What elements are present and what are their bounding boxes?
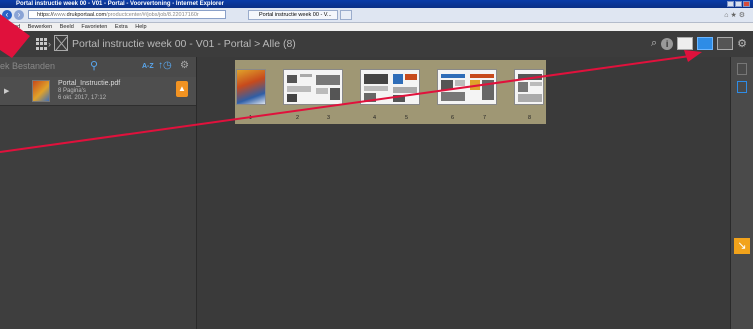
page-number: 3 — [327, 115, 331, 121]
page-thumbnail-8[interactable] — [514, 69, 544, 105]
back-button[interactable]: ‹ — [2, 10, 12, 20]
forward-button[interactable]: › — [14, 10, 24, 20]
file-item[interactable]: ▶ Portal_Instructie.pdf 8 Pagina's 6 okt… — [0, 77, 196, 106]
url-prefix: https:// — [37, 12, 54, 18]
menu-favorites[interactable]: Favorieten — [81, 24, 107, 30]
window-titlebar: Portal instructie week 00 - V01 - Portal… — [0, 0, 753, 8]
files-search-input[interactable]: ek Bestanden — [0, 61, 55, 71]
page-strip: 1 2 3 4 5 6 7 8 — [235, 60, 546, 124]
url-dim: www. — [53, 12, 67, 18]
page-thumbnail-1[interactable] — [236, 69, 266, 105]
files-panel-header: ek Bestanden ⚲ A-Z ↑◷ ⚙ — [0, 57, 196, 77]
sort-alpha-button[interactable]: A-Z — [142, 63, 154, 70]
minimize-button[interactable] — [727, 1, 734, 7]
file-date: 6 okt. 2017, 17:12 — [58, 95, 107, 101]
search-icon[interactable]: ⌕ — [651, 37, 657, 50]
menu-edit[interactable]: Bewerken — [28, 24, 52, 30]
expand-arrow-icon[interactable]: ▶ — [4, 87, 9, 95]
page-number: 6 — [451, 115, 455, 121]
page-number: 5 — [405, 115, 409, 121]
view-book-icon[interactable] — [717, 37, 734, 50]
page-thumbnail-6-7[interactable] — [437, 69, 497, 105]
right-tool-strip: ↘ — [730, 57, 753, 329]
file-name: Portal_Instructie.pdf — [58, 80, 121, 87]
page-selected-icon[interactable] — [737, 81, 747, 93]
home-icon[interactable]: ⌂ — [724, 12, 728, 19]
gear-icon[interactable]: ⚙ — [180, 60, 189, 71]
view-controls: ⌕ i ⚙ — [651, 37, 747, 50]
favorites-icon[interactable]: ★ — [730, 12, 736, 19]
window-controls — [727, 1, 750, 7]
close-icon[interactable] — [54, 35, 68, 51]
page-number: 1 — [249, 115, 253, 121]
menu-bar: Bestand Bewerken Beeld Favorieten Extra … — [0, 23, 753, 31]
page-thumbnail-2-3[interactable] — [283, 69, 343, 105]
download-icon[interactable]: ↘ — [734, 238, 750, 254]
files-panel: ek Bestanden ⚲ A-Z ↑◷ ⚙ ▶ Portal_Instruc… — [0, 57, 197, 329]
new-tab-button[interactable] — [340, 10, 352, 20]
file-thumbnail — [32, 80, 50, 102]
file-pages: 8 Pagina's — [58, 88, 86, 94]
page-number: 7 — [483, 115, 487, 121]
breadcrumb-separator-icon: › — [48, 39, 51, 49]
url-host: drukportaal.com — [66, 12, 107, 18]
menu-tools[interactable]: Extra — [115, 24, 128, 30]
settings-icon[interactable]: ⚙ — [739, 12, 745, 19]
menu-help[interactable]: Help — [135, 24, 146, 30]
page-icon[interactable] — [737, 63, 747, 75]
app-toolbar: › Portal instructie week 00 - V01 - Port… — [0, 31, 753, 57]
gear-icon[interactable]: ⚙ — [737, 37, 747, 50]
view-spread-icon[interactable] — [697, 37, 714, 50]
page-thumbnail-4-5[interactable] — [360, 69, 420, 105]
page-number: 2 — [296, 115, 300, 121]
address-bar: ‹ › https://www.drukportaal.com/productc… — [0, 8, 753, 23]
search-icon[interactable]: ⚲ — [90, 59, 98, 72]
menu-view[interactable]: Beeld — [60, 24, 74, 30]
view-single-icon[interactable] — [677, 37, 694, 50]
info-icon[interactable]: i — [661, 37, 674, 50]
page-number: 4 — [373, 115, 377, 121]
browser-tab[interactable]: Portal instructie week 00 - V... — [248, 10, 338, 20]
tab-title: Portal instructie week 00 - V... — [259, 12, 332, 18]
close-window-button[interactable] — [743, 1, 750, 7]
window-title: Portal instructie week 00 - V01 - Portal… — [16, 1, 224, 7]
browser-icons: ⌂ ★ ⚙ — [724, 11, 745, 19]
warning-icon[interactable]: ▲ — [176, 81, 188, 97]
url-input[interactable]: https://www.drukportaal.com/productcente… — [28, 10, 226, 19]
url-path: /productcenter/#/jobs/job/8.22017160r — [106, 12, 199, 18]
maximize-button[interactable] — [735, 1, 742, 7]
page-number: 8 — [528, 115, 532, 121]
grid-icon[interactable] — [36, 38, 48, 50]
menu-file[interactable]: Bestand — [0, 24, 20, 30]
clock-sort-icon[interactable]: ↑◷ — [158, 60, 172, 71]
breadcrumb: Portal instructie week 00 - V01 - Portal… — [72, 38, 296, 50]
